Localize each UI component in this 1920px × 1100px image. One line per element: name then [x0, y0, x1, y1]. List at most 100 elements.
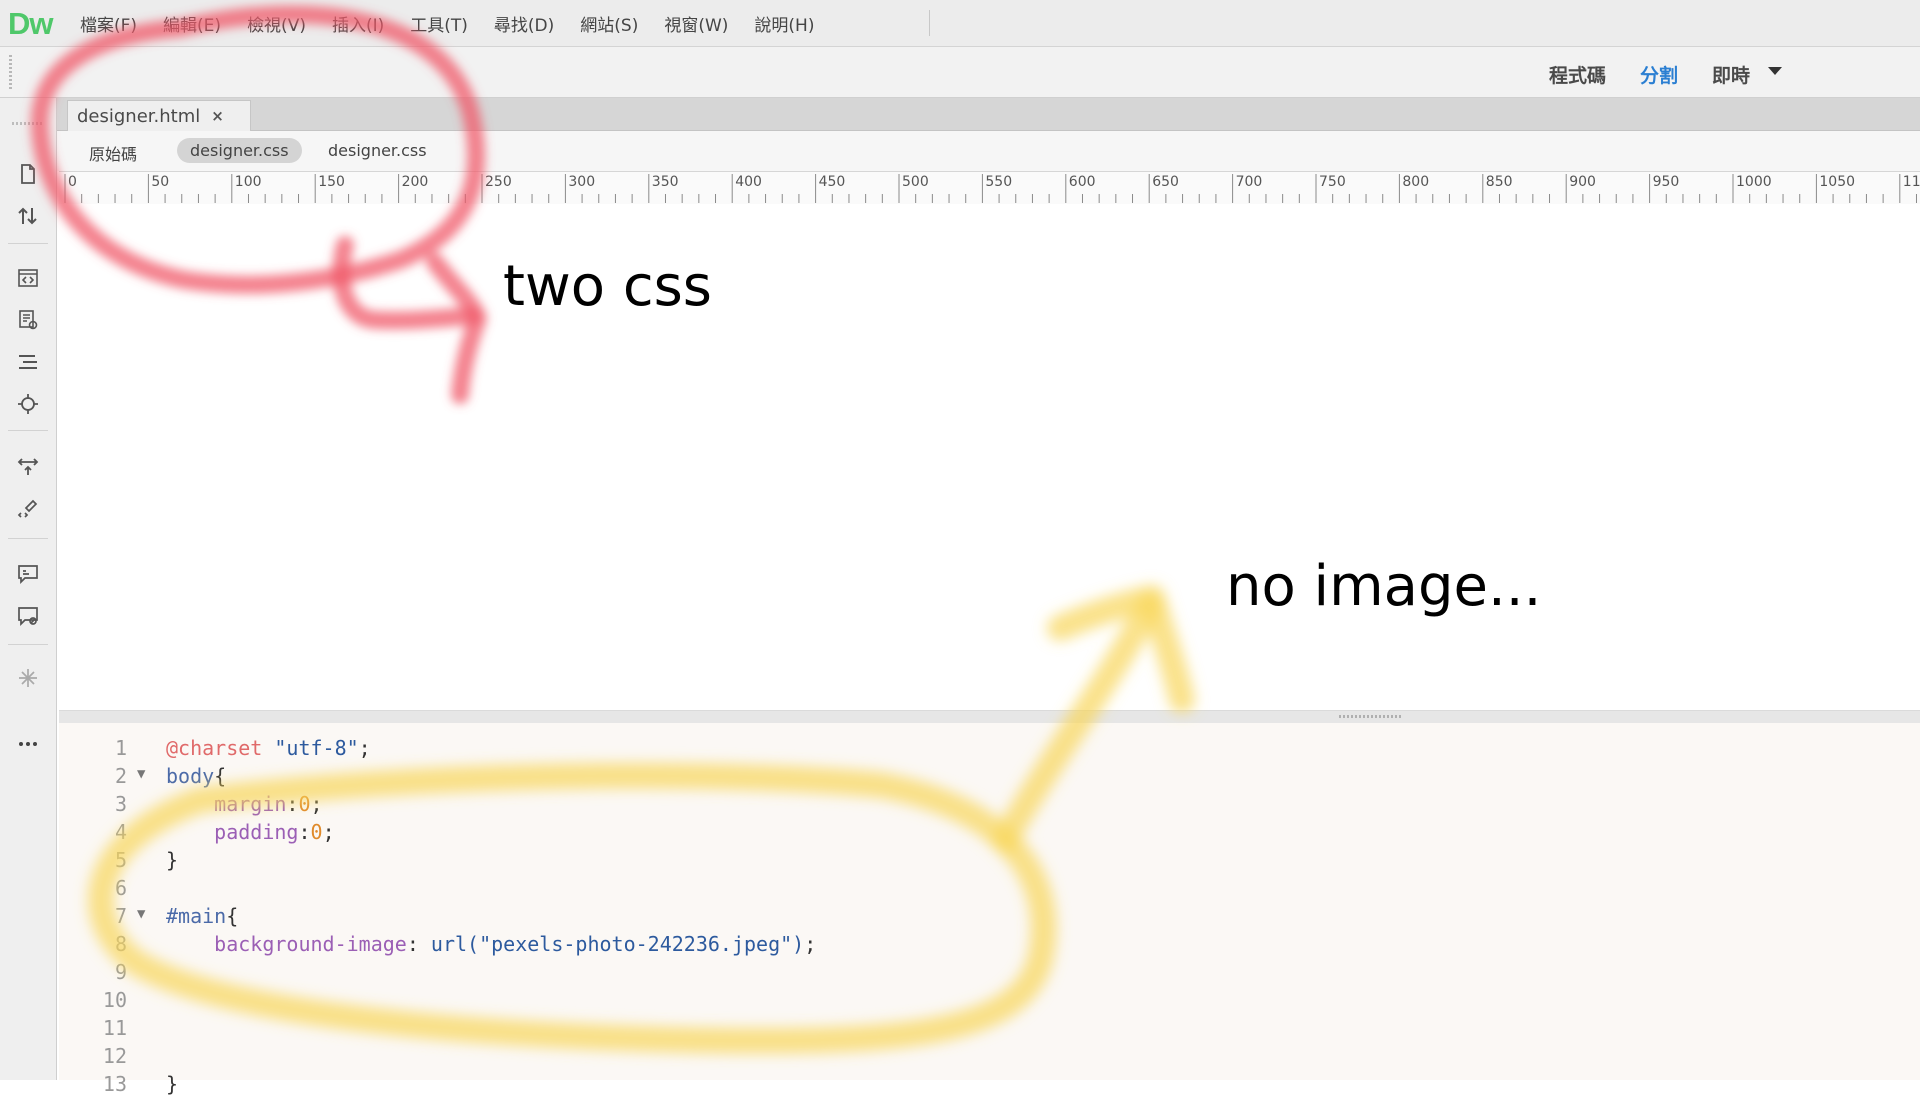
code-line[interactable]: 10 [59, 988, 1920, 1016]
code-text: #main{ [166, 904, 238, 928]
code-line[interactable]: 3 margin:0; [59, 792, 1920, 820]
code-line[interactable]: 5} [59, 848, 1920, 876]
remove-comment-icon[interactable] [14, 602, 42, 630]
code-line[interactable]: 6 [59, 876, 1920, 904]
toolbar-grip[interactable] [9, 55, 12, 89]
tool-separator [8, 538, 48, 539]
menu-item-7[interactable]: 視窗(W) [664, 11, 728, 36]
code-token: @charset [166, 736, 263, 760]
ruler-label: 50 [151, 174, 169, 190]
code-text: background-image: url("pexels-photo-2422… [166, 932, 816, 956]
line-number: 10 [102, 988, 127, 1012]
code-token: "utf-8" [274, 736, 359, 760]
menu-item-3[interactable]: 插入(I) [332, 11, 384, 36]
ruler-label: 500 [902, 174, 929, 190]
menu-item-5[interactable]: 尋找(D) [494, 11, 554, 36]
code-token: margin [214, 792, 287, 816]
code-line[interactable]: 7 ▼ #main{ [59, 904, 1920, 932]
code-view-icon[interactable] [14, 264, 42, 292]
line-number: 8 [114, 932, 127, 956]
line-number: 12 [102, 1044, 127, 1068]
ruler-label: 250 [485, 174, 512, 190]
line-number: 11 [102, 1016, 127, 1040]
file-management-icon[interactable] [14, 160, 42, 188]
code-line[interactable]: 11 [59, 1016, 1920, 1044]
code-view-button[interactable]: 程式碼 [1549, 61, 1606, 88]
more-options-icon[interactable] [14, 730, 42, 758]
fold-arrow-icon[interactable]: ▼ [137, 766, 145, 782]
ruler-label: 450 [819, 174, 846, 190]
ruler-label: 350 [652, 174, 679, 190]
sparkle-icon[interactable] [14, 664, 42, 692]
document-toolbar: 程式碼 分割 即時 [0, 47, 1920, 98]
code-token: { [214, 764, 227, 788]
code-token: #main [166, 904, 227, 928]
code-token: 0 [298, 792, 311, 816]
view-mode-switcher: 程式碼 分割 即時 [1549, 61, 1750, 88]
menu-separator [929, 10, 930, 36]
code-token: ) [792, 932, 805, 956]
view-dropdown-icon[interactable] [1768, 67, 1782, 75]
ruler-label: 200 [402, 174, 429, 190]
left-tool-strip [0, 98, 57, 1080]
live-view-button[interactable]: 即時 [1712, 61, 1750, 88]
code-line[interactable]: 12 [59, 1044, 1920, 1072]
close-icon[interactable]: × [211, 107, 224, 125]
document-tab[interactable]: designer.html × [67, 100, 251, 131]
code-token: padding [214, 820, 299, 844]
source-code-tab[interactable]: 原始碼 [89, 141, 137, 165]
code-line[interactable]: 4 padding:0; [59, 820, 1920, 848]
ruler-label: 1050 [1819, 174, 1855, 190]
fold-arrow-icon[interactable]: ▼ [137, 906, 145, 922]
line-number: 13 [102, 1072, 127, 1096]
code-text: padding:0; [166, 820, 334, 844]
dreamweaver-logo: Dw [8, 6, 53, 41]
expand-collapse-icon[interactable] [14, 452, 42, 480]
split-view-button[interactable]: 分割 [1640, 61, 1678, 88]
ruler-label: 600 [1069, 174, 1096, 190]
code-token: } [166, 848, 179, 872]
menu-item-4[interactable]: 工具(T) [410, 11, 468, 36]
menu-item-2[interactable]: 檢視(V) [247, 11, 306, 36]
comment-icon[interactable] [14, 560, 42, 588]
inspect-icon[interactable] [14, 306, 42, 334]
code-line[interactable]: 9 [59, 960, 1920, 988]
split-divider[interactable] [59, 710, 1920, 724]
format-list-icon[interactable] [14, 348, 42, 376]
ruler-label: 300 [568, 174, 595, 190]
code-line[interactable]: 8 background-image: url("pexels-photo-24… [59, 932, 1920, 960]
related-files-bar: 原始碼 designer.css designer.css [57, 131, 1920, 171]
code-hint-icon[interactable] [14, 494, 42, 522]
design-view-canvas[interactable] [59, 204, 1920, 710]
ruler-label: 700 [1236, 174, 1263, 190]
code-editor[interactable]: 1 @charset "utf-8"; 2 ▼ body{3 margin:0; 4 pa… [59, 723, 1920, 1096]
code-text: } [166, 848, 178, 872]
code-token: ; [310, 792, 323, 816]
ruler-label: 100 [235, 174, 262, 190]
menu-item-1[interactable]: 編輯(E) [163, 11, 221, 36]
tool-strip-grip[interactable] [12, 122, 42, 125]
split-divider-grip[interactable] [1339, 715, 1403, 718]
code-token: : [298, 820, 311, 844]
code-token: url( [430, 932, 480, 956]
code-token: background-image [214, 932, 407, 956]
line-number: 6 [114, 876, 127, 900]
menu-item-8[interactable]: 說明(H) [754, 11, 814, 36]
code-line[interactable]: 13} [59, 1072, 1920, 1100]
menu-item-6[interactable]: 網站(S) [580, 11, 638, 36]
ruler-label: 900 [1569, 174, 1596, 190]
code-token: ; [358, 736, 371, 760]
get-put-icon[interactable] [14, 202, 42, 230]
menu-bar: Dw 檔案(F) 編輯(E) 檢視(V) 插入(I) 工具(T) 尋找(D) 網站(S) 視窗… [0, 0, 1920, 47]
related-file-tab-designer-css-2[interactable]: designer.css [328, 141, 427, 160]
crosshair-icon[interactable] [14, 390, 42, 418]
code-line[interactable]: 1 @charset "utf-8"; [59, 736, 1920, 764]
ruler-label: 0 [68, 174, 77, 190]
code-line[interactable]: 2 ▼ body{ [59, 764, 1920, 792]
line-number: 2 [114, 764, 127, 788]
related-file-tab-designer-css[interactable]: designer.css [177, 138, 302, 163]
menu-item-0[interactable]: 檔案(F) [80, 11, 137, 36]
